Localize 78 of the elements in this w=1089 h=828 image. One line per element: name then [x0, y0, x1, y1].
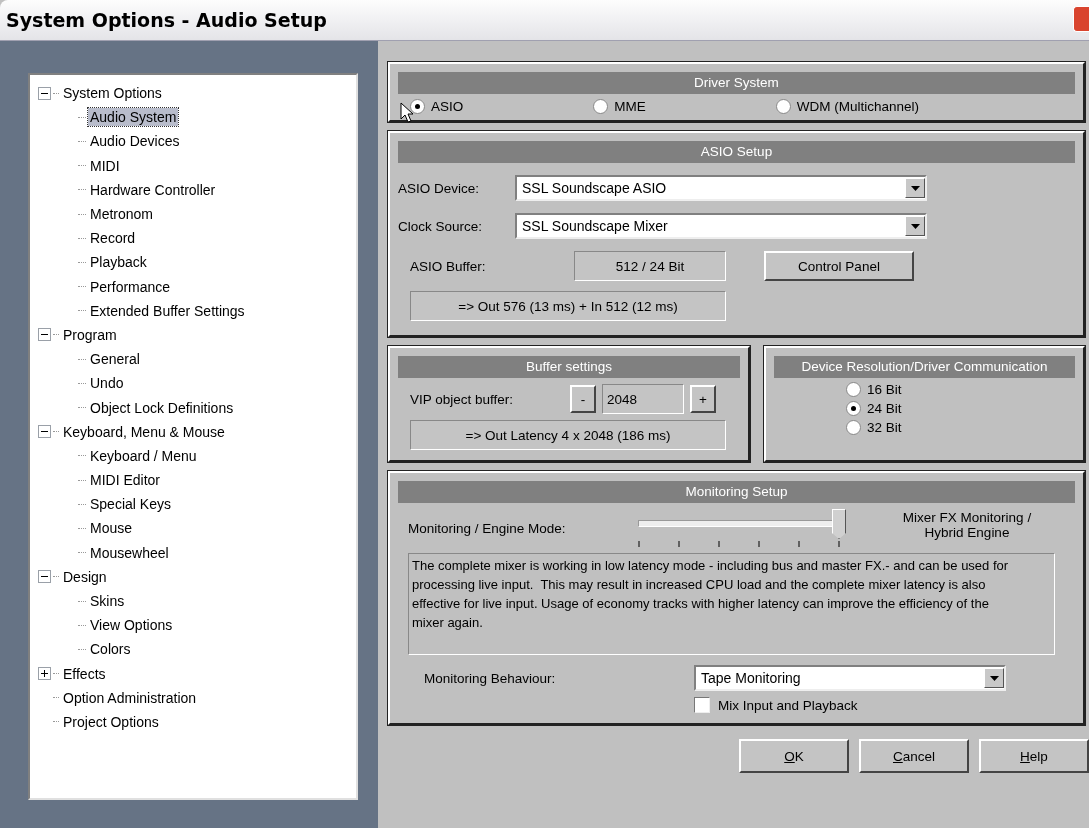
tree-item[interactable]: Mousewheel: [88, 543, 171, 562]
radio-button[interactable]: [846, 382, 861, 397]
buffer-size-field[interactable]: 2048: [602, 384, 684, 414]
radio-label: 24 Bit: [867, 401, 902, 416]
latency-readout: => Out Latency 4 x 2048 (186 ms): [410, 420, 726, 450]
tree-item[interactable]: Skins: [88, 592, 127, 611]
tree-item[interactable]: Project Options: [61, 712, 161, 731]
tree-item[interactable]: Record: [88, 229, 138, 248]
control-panel-button[interactable]: Control Panel: [764, 251, 914, 281]
tree-item[interactable]: Object Lock Definitions: [88, 398, 236, 417]
caret-icon: [910, 223, 920, 229]
radio-button[interactable]: [410, 99, 425, 114]
radio-button[interactable]: [846, 420, 861, 435]
tree-item[interactable]: Extended Buffer Settings: [88, 301, 247, 320]
tree-item[interactable]: Keyboard, Menu & Mouse: [61, 422, 227, 441]
section-header: Monitoring Setup: [398, 481, 1075, 503]
radio-label: 16 Bit: [867, 382, 902, 397]
checkbox[interactable]: [694, 697, 710, 713]
caret-icon: [910, 185, 920, 191]
tree-item[interactable]: Program: [61, 325, 119, 344]
tree-item[interactable]: MIDI: [88, 156, 122, 175]
field-label: Monitoring / Engine Mode:: [408, 520, 567, 536]
tree-item[interactable]: Special Keys: [88, 495, 173, 514]
slider-thumb[interactable]: [832, 509, 846, 539]
tree-item[interactable]: Hardware Controller: [88, 180, 218, 199]
expand-icon[interactable]: [38, 667, 51, 681]
dialog-button[interactable]: Cancel: [859, 739, 969, 773]
dropdown[interactable]: Tape Monitoring: [694, 665, 1006, 691]
dialog-button[interactable]: OK: [739, 739, 849, 773]
collapse-icon[interactable]: [38, 425, 51, 439]
radio-label: WDM (Multichannel): [796, 99, 920, 114]
tree-item[interactable]: MIDI Editor: [88, 471, 162, 490]
dropdown[interactable]: SSL Soundscape ASIO: [515, 175, 927, 201]
section-header: Device Resolution/Driver Communication: [774, 356, 1075, 378]
tree-item[interactable]: Keyboard / Menu: [88, 446, 199, 465]
tree-item[interactable]: Audio System: [88, 108, 179, 127]
radio-label: MME: [614, 99, 646, 114]
buffer-readout: 512 / 24 Bit: [574, 251, 726, 281]
radio-button[interactable]: [775, 99, 791, 114]
radio-button[interactable]: [593, 99, 609, 114]
collapse-icon[interactable]: [38, 86, 51, 100]
tree-item[interactable]: View Options: [88, 616, 175, 635]
section-header: Buffer settings: [398, 356, 740, 378]
caret-icon: [989, 675, 999, 681]
tree-item[interactable]: Effects: [61, 664, 108, 683]
engine-mode-value: Mixer FX Monitoring / Hybrid Engine: [901, 510, 1033, 540]
close-button[interactable]: [1073, 6, 1089, 32]
section-header: Driver System: [398, 72, 1075, 94]
tree-item[interactable]: Undo: [88, 374, 126, 393]
field-label: Monitoring Behaviour:: [424, 670, 557, 686]
field-label: VIP object buffer:: [410, 391, 515, 407]
tree-item[interactable]: Metronom: [88, 205, 156, 224]
field-label: ASIO Device:: [398, 180, 481, 196]
radio-label: ASIO: [431, 99, 464, 114]
collapse-icon[interactable]: [38, 328, 51, 342]
dropdown[interactable]: SSL Soundscape Mixer: [515, 213, 927, 239]
mode-description: The complete mixer is working in low latency mode - including bus and master FX.- and can be used for processing live input. This may result in increased CPU load and the complete mixer latency is also effective for live input. Usage of economy tracks with higher latency can improve the efficiency of the mixer again.: [408, 553, 1055, 655]
field-label: ASIO Buffer:: [410, 258, 487, 274]
latency-readout: => Out 576 (13 ms) + In 512 (12 ms): [410, 291, 726, 321]
tree-item[interactable]: Option Administration: [61, 688, 199, 707]
tree-item[interactable]: Design: [61, 567, 109, 586]
tree-item[interactable]: Playback: [88, 253, 149, 272]
tree-item[interactable]: Mouse: [88, 519, 135, 538]
window-title: System Options - Audio Setup: [6, 9, 327, 31]
dialog-button[interactable]: Help: [979, 739, 1089, 773]
increment-button[interactable]: +: [690, 385, 716, 413]
tree-item[interactable]: Performance: [88, 277, 173, 296]
collapse-icon[interactable]: [38, 570, 51, 584]
checkbox-label: Mix Input and Playback: [718, 697, 858, 713]
tree-item[interactable]: System Options: [61, 84, 164, 103]
tree-item[interactable]: General: [88, 350, 142, 369]
decrement-button[interactable]: -: [570, 385, 596, 413]
tree-item[interactable]: Colors: [88, 640, 133, 659]
section-header: ASIO Setup: [398, 141, 1075, 163]
tree-item[interactable]: Audio Devices: [88, 132, 182, 151]
radio-button[interactable]: [846, 401, 861, 416]
field-label: Clock Source:: [398, 218, 484, 234]
radio-label: 32 Bit: [867, 420, 902, 435]
